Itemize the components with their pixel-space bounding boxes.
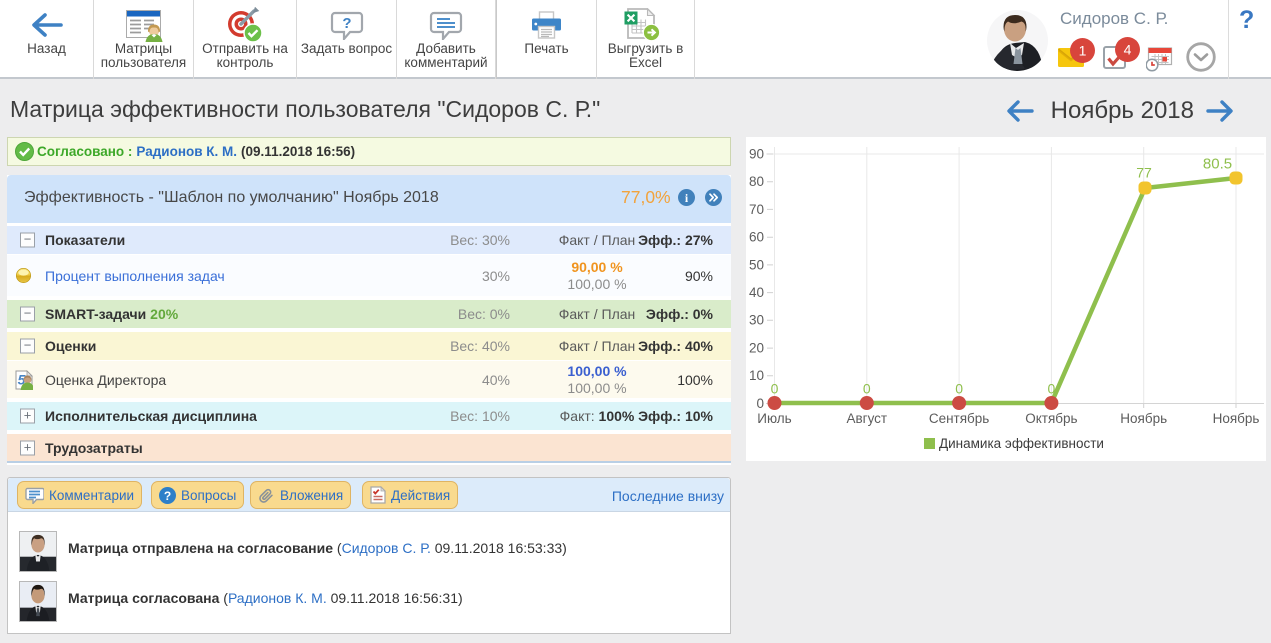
svg-text:90: 90 [749, 146, 764, 161]
svg-text:10: 10 [749, 368, 764, 383]
svg-text:Ноябрь: Ноябрь [1213, 411, 1260, 426]
svg-text:70: 70 [749, 202, 764, 217]
svg-text:Динамика эффективности: Динамика эффективности [939, 436, 1104, 451]
svg-text:0: 0 [771, 381, 779, 397]
svg-text:Ноябрь: Ноябрь [1120, 411, 1167, 426]
svg-text:Сентябрь: Сентябрь [929, 411, 989, 426]
svg-text:4: 4 [1124, 42, 1132, 58]
svg-text:20: 20 [749, 341, 764, 356]
svg-text:0: 0 [863, 381, 871, 397]
svg-text:30: 30 [749, 313, 764, 328]
svg-text:80.5: 80.5 [1203, 156, 1232, 173]
svg-text:?: ? [342, 15, 351, 32]
svg-text:80: 80 [749, 174, 764, 189]
svg-text:1: 1 [1079, 43, 1087, 59]
svg-text:77: 77 [1136, 165, 1152, 181]
svg-text:0: 0 [1048, 381, 1056, 397]
svg-text:Август: Август [846, 411, 887, 426]
svg-text:Октябрь: Октябрь [1025, 411, 1077, 426]
svg-text:0: 0 [756, 396, 764, 411]
svg-text:Июль: Июль [757, 411, 791, 426]
svg-text:?: ? [164, 489, 171, 503]
svg-text:40: 40 [749, 285, 764, 300]
svg-text:50: 50 [749, 257, 764, 272]
svg-text:0: 0 [955, 381, 963, 397]
svg-text:60: 60 [749, 230, 764, 245]
